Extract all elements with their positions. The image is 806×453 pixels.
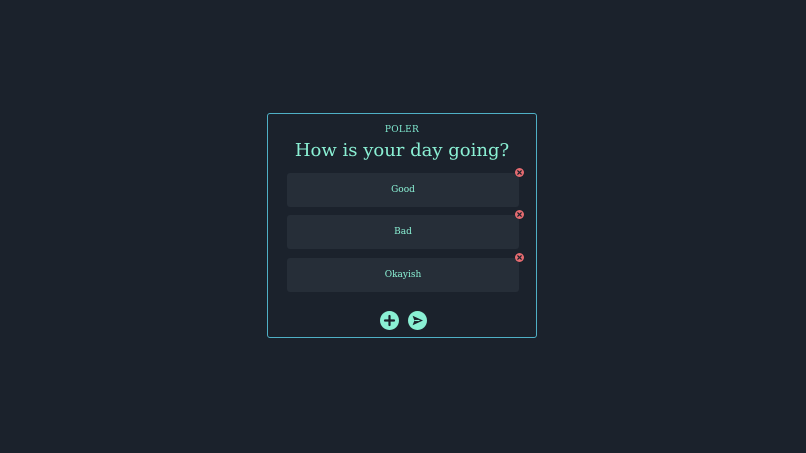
- poll-option-label: Bad: [394, 227, 412, 237]
- remove-option-button[interactable]: [515, 168, 524, 177]
- close-icon: [517, 170, 522, 175]
- poll-question: How is your day going?: [294, 140, 510, 161]
- send-icon: [412, 315, 423, 326]
- poll-option[interactable]: Bad: [287, 210, 524, 249]
- poll-option-label: Okayish: [384, 270, 422, 280]
- remove-option-button[interactable]: [515, 210, 524, 219]
- submit-poll-button[interactable]: [408, 311, 427, 330]
- close-icon: [517, 212, 522, 217]
- remove-option-button[interactable]: [515, 253, 524, 262]
- add-option-button[interactable]: [380, 311, 399, 330]
- plus-icon: [383, 314, 396, 327]
- poll-option-label: Good: [391, 185, 415, 195]
- close-icon: [517, 255, 522, 260]
- brand-title: POLER: [384, 125, 420, 135]
- poll-option[interactable]: Good: [287, 168, 524, 207]
- poll-card: POLER How is your day going? Good Bad Ok…: [267, 113, 537, 338]
- poll-option[interactable]: Okayish: [287, 253, 524, 292]
